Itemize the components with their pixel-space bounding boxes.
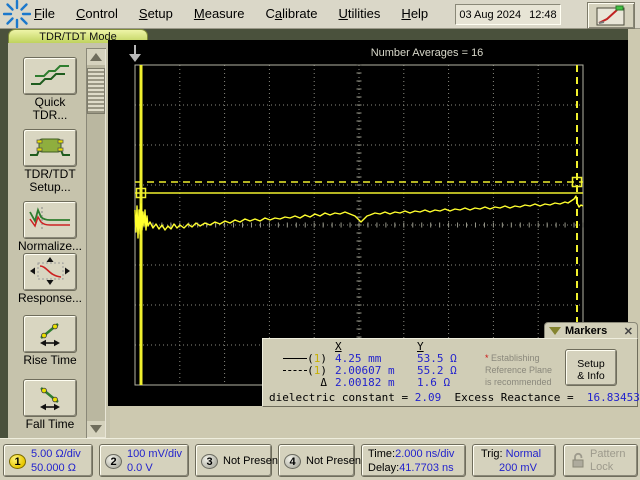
rise-time-icon (40, 323, 60, 347)
sidebar-item-normalize: Normalize... (8, 201, 92, 253)
sidebar-label: Response... (17, 291, 83, 305)
trigger-button[interactable]: Trig: Normal 200 mV (472, 444, 556, 477)
sidebar-label: Fall Time (25, 417, 75, 431)
mode-tab-label: TDR/TDT Mode (39, 31, 117, 43)
status-bar: 1 5.00 Ω/div 50.000 Ω 2 100 mV/div 0.0 V… (0, 438, 640, 480)
normalize-icon (29, 207, 70, 231)
delta-symbol: Δ (320, 376, 327, 389)
response-icon (30, 257, 70, 285)
channel-2-button[interactable]: 2 100 mV/div 0.0 V (99, 444, 189, 477)
datetime-display: 03 Aug 2024 12:48 (455, 4, 561, 25)
agilent-logo-icon (0, 0, 34, 28)
normalize-button[interactable] (23, 201, 77, 239)
warning-asterisk-icon: * (485, 353, 489, 363)
sidebar-scrollbar[interactable] (86, 48, 106, 438)
quick-tdr-icon (31, 65, 69, 85)
channel-4-badge: 4 (284, 454, 301, 469)
channel-1-readout: 5.00 Ω/div 50.000 Ω (31, 448, 81, 474)
channel-4-readout: Not Present (306, 455, 365, 467)
sidebar-label: Normalize... (17, 239, 82, 253)
time-text: 12:48 (529, 8, 557, 21)
channel-4-button[interactable]: 4 Not Present (278, 444, 364, 477)
rise-time-button[interactable] (23, 315, 77, 353)
averages-readout: Number Averages = 16 (370, 47, 484, 59)
pattern-lock-button[interactable]: Pattern Lock (563, 444, 638, 477)
sidebar-item-fall-time: Fall Time (8, 379, 92, 431)
scroll-down-button[interactable] (87, 421, 105, 437)
lock-icon (572, 452, 584, 468)
reactance-label: Excess Reactance = (454, 391, 581, 404)
sidebar-item-rise-time: Rise Time (8, 315, 92, 367)
pattern-lock-label: Pattern Lock (590, 448, 626, 473)
menu-item-setup[interactable]: Setup (139, 6, 173, 21)
setup-info-button[interactable]: Setup & Info (565, 349, 617, 386)
markers-panel: X Y (1) 4.25 mm 53.5 Ω (1) 2.00607 m 55.… (262, 338, 640, 407)
channel-3-readout: Not Present (223, 455, 282, 467)
up-arrow-icon (90, 53, 102, 61)
channel-1-badge: 1 (9, 454, 26, 469)
channel-3-button[interactable]: 3 Not Present (195, 444, 281, 477)
timebase-button[interactable]: Time:2.000 ns/div Delay:41.7703 ns (361, 444, 466, 477)
dielectric-label: dielectric constant = (269, 391, 415, 404)
channel-2-readout: 100 mV/div 0.0 V (127, 448, 183, 474)
tdr-tdt-setup-icon (30, 138, 70, 156)
delta-x-value: 2.00182 m (335, 376, 395, 389)
sidebar-label: Quick TDR... (32, 95, 68, 122)
markers-tab-label: Markers (565, 325, 608, 337)
sidebar-item-quick-tdr: Quick TDR... (8, 57, 92, 122)
reference-plane-note: * Establishing Reference Plane is recomm… (485, 353, 553, 387)
delta-y-value: 1.6 Ω (417, 376, 451, 389)
trace-reference-arrow-icon (129, 45, 141, 62)
menu-item-utilities[interactable]: Utilities (339, 6, 381, 21)
menu-item-measure[interactable]: Measure (194, 6, 245, 21)
scrollbar-thumb[interactable] (87, 68, 105, 114)
sidebar-item-tdr-tdt-setup: TDR/TDT Setup... (8, 129, 92, 194)
sidebar-item-response: Response... (8, 253, 92, 305)
close-icon[interactable]: ✕ (624, 325, 633, 338)
menu-item-file[interactable]: File (34, 6, 55, 21)
menu-bar: File Control Setup Measure Calibrate Utilitie… (0, 0, 640, 29)
markers-tab[interactable]: Markers ✕ (544, 322, 638, 339)
scroll-up-button[interactable] (87, 49, 105, 65)
sidebar-label: TDR/TDT Setup... (24, 167, 76, 194)
collapse-triangle-icon (549, 327, 561, 335)
fall-time-button[interactable] (23, 379, 77, 417)
menu-items: File Control Setup Measure Calibrate Utilitie… (34, 5, 449, 23)
marker2-symbol: (1) (269, 365, 327, 377)
channel-3-badge: 3 (201, 454, 218, 469)
tdr-tdt-setup-button[interactable] (23, 129, 77, 167)
quick-tdr-button[interactable] (23, 57, 77, 95)
channel-1-button[interactable]: 1 5.00 Ω/div 50.000 Ω (3, 444, 93, 477)
date-text: 03 Aug 2024 (459, 8, 522, 21)
down-arrow-icon (90, 425, 102, 433)
reactance-value: 16.83453 pF (586, 391, 640, 404)
channel-2-badge: 2 (105, 454, 122, 469)
menu-item-help[interactable]: Help (401, 6, 428, 21)
whiteboard-pen-icon (596, 5, 625, 25)
menu-item-control[interactable]: Control (76, 6, 118, 21)
sidebar-toolbar: Quick TDR... TDR/TDT Setup... Normalize.… (8, 43, 110, 438)
sidebar-label: Rise Time (23, 353, 77, 367)
instrument-screen: File Control Setup Measure Calibrate Utilitie… (0, 0, 640, 480)
dielectric-readout: dielectric constant = 2.09 Excess Reacta… (269, 391, 640, 404)
annotation-button[interactable] (587, 2, 635, 29)
response-button[interactable] (23, 253, 77, 291)
dielectric-value: 2.09 (414, 391, 442, 404)
fall-time-icon (40, 387, 60, 411)
left-border-strip (0, 29, 8, 441)
menu-item-calibrate[interactable]: Calibrate (265, 6, 317, 21)
